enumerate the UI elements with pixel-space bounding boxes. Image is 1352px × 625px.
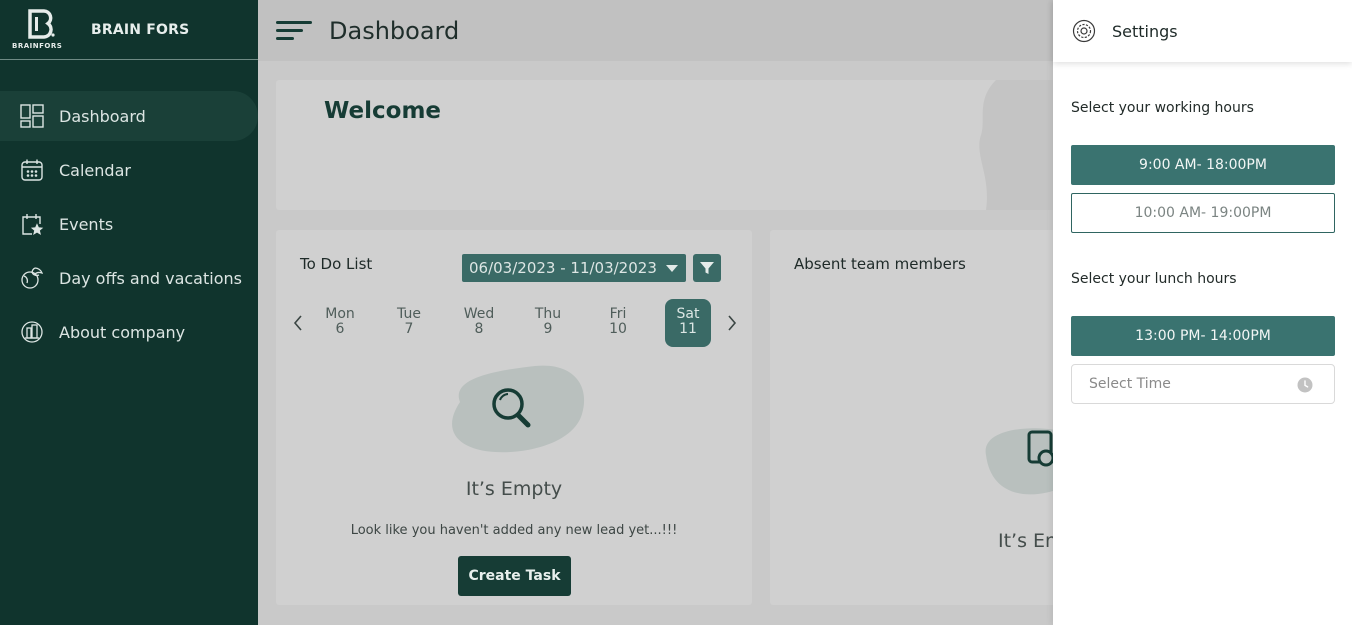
date-range-picker[interactable]: 06/03/2023 - 11/03/2023 [462, 254, 686, 282]
sidebar: BRAINFORS BRAIN FORS Dashboard Calendar … [0, 0, 258, 625]
settings-title: Settings [1112, 21, 1178, 41]
working-hours-option-2[interactable]: 10:00 AM- 19:00PM [1071, 193, 1335, 233]
week-selector: Mon 6 Tue 7 Wed 8 Thu 9 Fri 10 Sat 11 [290, 299, 740, 347]
welcome-decoration-icon [979, 80, 1066, 210]
empty-search-icon [452, 365, 585, 453]
calendar-icon [20, 158, 44, 182]
absent-members-card: Absent team members It’s Em [770, 230, 1070, 605]
todo-card: To Do List 06/03/2023 - 11/03/2023 Mon 6… [276, 230, 752, 605]
sidebar-item-label: Dashboard [59, 106, 146, 126]
company-icon [20, 320, 44, 344]
caret-down-icon [666, 265, 678, 272]
sidebar-item-label: About company [59, 322, 186, 342]
welcome-banner: Welcome [276, 80, 1066, 210]
lunch-hours-label: Select your lunch hours [1071, 271, 1237, 287]
day-wed[interactable]: Wed 8 [456, 299, 502, 347]
time-picker[interactable] [1071, 364, 1335, 404]
next-week-icon[interactable] [724, 313, 740, 333]
events-icon [20, 212, 44, 236]
todo-title: To Do List [300, 255, 373, 273]
empty-state-subtitle: Look like you haven't added any new lead… [350, 523, 678, 538]
sidebar-item-label: Events [59, 214, 114, 234]
working-hours-option-1[interactable]: 9:00 AM- 18:00PM [1071, 145, 1335, 185]
day-thu[interactable]: Thu 9 [525, 299, 571, 347]
absent-title: Absent team members [794, 255, 966, 273]
time-picker-input[interactable] [1089, 365, 1289, 403]
prev-week-icon[interactable] [290, 313, 306, 333]
sidebar-item-about[interactable]: About company [0, 307, 258, 357]
brand: BRAINFORS BRAIN FORS [0, 0, 258, 60]
welcome-title: Welcome [324, 98, 442, 124]
settings-header: Settings [1053, 0, 1352, 62]
logo-text: BRAINFORS [12, 41, 63, 50]
create-task-button[interactable]: Create Task [458, 556, 571, 596]
day-mon[interactable]: Mon 6 [317, 299, 363, 347]
sidebar-item-dashboard[interactable]: Dashboard [0, 91, 258, 141]
filter-button[interactable] [693, 254, 721, 282]
clock-icon [1297, 377, 1313, 393]
lunch-hours-option[interactable]: 13:00 PM- 14:00PM [1071, 316, 1335, 356]
sidebar-item-label: Calendar [59, 160, 131, 180]
filter-icon [700, 262, 714, 274]
vacation-icon [20, 266, 44, 290]
sidebar-item-label: Day offs and vacations [59, 268, 242, 288]
working-hours-label: Select your working hours [1071, 100, 1254, 116]
empty-state-title: It’s Empty [465, 478, 563, 500]
sidebar-item-calendar[interactable]: Calendar [0, 145, 258, 195]
gear-icon [1072, 19, 1096, 43]
menu-toggle-icon[interactable] [276, 17, 312, 45]
dashboard-icon [20, 104, 44, 128]
date-range-value: 06/03/2023 - 11/03/2023 [469, 259, 657, 277]
page-title: Dashboard [329, 16, 460, 45]
day-fri[interactable]: Fri 10 [595, 299, 641, 347]
day-sat[interactable]: Sat 11 [665, 299, 711, 347]
sidebar-item-day-offs[interactable]: Day offs and vacations [0, 253, 258, 303]
day-tue[interactable]: Tue 7 [386, 299, 432, 347]
sidebar-item-events[interactable]: Events [0, 199, 258, 249]
settings-drawer: Settings Select your working hours 9:00 … [1053, 0, 1352, 625]
logo-b-icon [28, 8, 55, 39]
sidebar-nav: Dashboard Calendar Events Day offs and v… [0, 91, 258, 357]
brand-logo[interactable]: BRAINFORS [12, 8, 72, 52]
brand-name: BRAIN FORS [91, 21, 190, 38]
